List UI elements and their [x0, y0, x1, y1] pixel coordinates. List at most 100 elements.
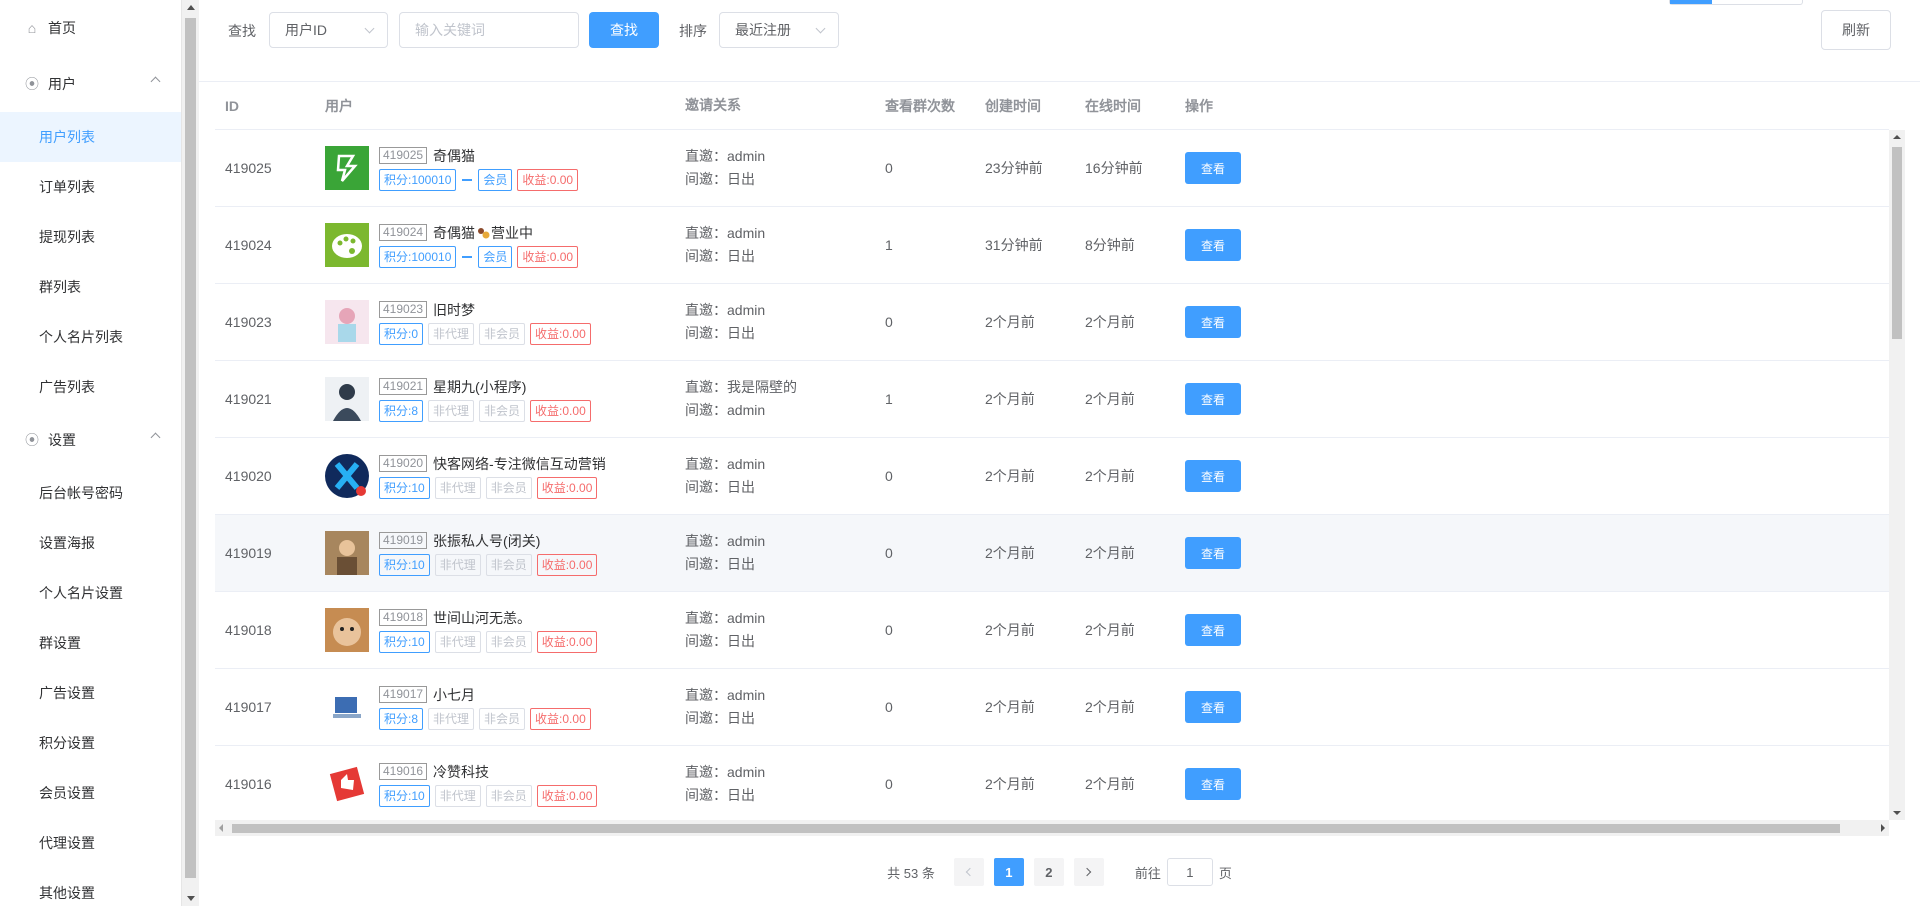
- table-vertical-scrollbar[interactable]: [1889, 130, 1905, 820]
- cell-user: 419020 快客网络-专注微信互动营销 积分:10 非代理 非会员 收益:0.00: [315, 454, 675, 499]
- cell-online: 2个月前: [1085, 545, 1135, 561]
- income-tag: 收益:0.00: [536, 553, 598, 576]
- scroll-up-arrow-icon[interactable]: [1893, 135, 1901, 139]
- view-button[interactable]: 查看: [1185, 306, 1241, 338]
- table-horizontal-scrollbar[interactable]: [215, 820, 1889, 836]
- agent-tag: 非代理: [428, 322, 475, 345]
- goto-page-input[interactable]: [1166, 858, 1213, 886]
- cell-invite: 直邀：admin 间邀：日出: [675, 530, 875, 576]
- cell-invite: 直邀：admin 间邀：日出: [675, 684, 875, 730]
- cell-ops: 查看: [1175, 691, 1375, 723]
- cell-created: 23分钟前: [985, 160, 1043, 176]
- view-button[interactable]: 查看: [1185, 537, 1241, 569]
- direct-invite: 直邀：admin: [685, 456, 766, 472]
- sidebar-item[interactable]: 代理设置: [0, 818, 181, 868]
- sidebar-item[interactable]: 积分设置: [0, 718, 181, 768]
- cell-views: 0: [885, 545, 893, 561]
- refresh-button[interactable]: 刷新: [1821, 10, 1891, 50]
- user-name: 奇偶猫: [433, 147, 476, 164]
- points-tag: 积分:10: [379, 784, 430, 807]
- points-tag: 积分:100010: [379, 168, 457, 191]
- direct-invite: 直邀：admin: [685, 764, 766, 780]
- chevron-up-icon: [150, 76, 161, 87]
- cell-online: 2个月前: [1085, 622, 1135, 638]
- col-header-id: ID: [225, 97, 239, 114]
- table-row: 419025 419025 奇偶猫 积分:100010 会员 收益:0.00 直邀：admi…: [215, 130, 1889, 207]
- points-tag: 积分:8: [379, 707, 424, 730]
- cell-user: 419017 小七月 积分:8 非代理 非会员 收益:0.00: [315, 685, 675, 730]
- indirect-invite: 间邀：日出: [685, 479, 755, 495]
- sidebar: ⌂ 首页 ⦿ 用户 用户列表 订单列表 提现列表 群列表 个人名片列表 广告列表 ⦿ 设置 后台帐号…: [0, 0, 182, 906]
- sidebar-item[interactable]: 群列表: [0, 262, 181, 312]
- cell-created: 2个月前: [985, 468, 1035, 484]
- cell-ops: 查看: [1175, 768, 1375, 800]
- agent-tag: 非代理: [434, 476, 481, 499]
- sidebar-item[interactable]: 群设置: [0, 618, 181, 668]
- cell-ops: 查看: [1175, 383, 1375, 415]
- table-row: 419016 419016 冷赞科技 积分:10 非代理 非会员 收益:0.00 直邀：adm…: [215, 746, 1889, 820]
- scroll-left-arrow-icon[interactable]: [219, 824, 223, 832]
- scroll-down-arrow-icon[interactable]: [187, 896, 195, 901]
- direct-invite: 直邀：admin: [685, 225, 766, 241]
- chevron-left-icon: [966, 867, 975, 877]
- sidebar-item[interactable]: 广告设置: [0, 668, 181, 718]
- sidebar-item[interactable]: 其他设置: [0, 868, 181, 906]
- sidebar-group-0[interactable]: ⦿ 用户: [0, 56, 181, 112]
- sidebar-item[interactable]: 个人名片列表: [0, 312, 181, 362]
- sidebar-item[interactable]: 用户列表: [0, 112, 181, 162]
- cell-created: 2个月前: [985, 776, 1035, 792]
- page-number-button[interactable]: 2: [1033, 858, 1064, 886]
- scrollbar-thumb[interactable]: [1892, 147, 1902, 339]
- sidebar-item-home[interactable]: ⌂ 首页: [0, 0, 181, 56]
- sort-select[interactable]: 最近注册: [719, 12, 839, 48]
- sort-select-value: 最近注册: [735, 22, 791, 38]
- cell-user: 419023 旧时梦 积分:0 非代理 非会员 收益:0.00: [315, 300, 675, 345]
- sidebar-item[interactable]: 后台帐号密码: [0, 468, 181, 518]
- income-tag: 收益:0.00: [536, 630, 598, 653]
- agent-tag: 非代理: [434, 784, 481, 807]
- user-id-tag: 419025: [379, 147, 428, 164]
- cell-user: 419025 奇偶猫 积分:100010 会员 收益:0.00: [315, 146, 675, 191]
- sidebar-item[interactable]: 订单列表: [0, 162, 181, 212]
- search-field-select[interactable]: 用户ID: [269, 12, 388, 48]
- points-tag: 积分:0: [379, 322, 424, 345]
- view-button[interactable]: 查看: [1185, 229, 1241, 261]
- sidebar-item[interactable]: 广告列表: [0, 362, 181, 412]
- home-icon: ⌂: [27, 20, 37, 36]
- view-button[interactable]: 查看: [1185, 614, 1241, 646]
- scroll-right-arrow-icon[interactable]: [1881, 824, 1885, 832]
- user-name: 世间山河无恙。: [433, 609, 532, 626]
- scroll-down-arrow-icon[interactable]: [1893, 811, 1901, 815]
- sidebar-item[interactable]: 提现列表: [0, 212, 181, 262]
- cell-invite: 直邀：admin 间邀：日出: [675, 145, 875, 191]
- cell-user: 419018 世间山河无恙。 积分:10 非代理 非会员 收益:0.00: [315, 608, 675, 653]
- sidebar-group-label: 设置: [48, 432, 76, 448]
- sidebar-scrollbar[interactable]: [182, 0, 199, 906]
- pagination-total: 共 53 条: [887, 865, 935, 881]
- sidebar-item[interactable]: 设置海报: [0, 518, 181, 568]
- sidebar-item[interactable]: 个人名片设置: [0, 568, 181, 618]
- cell-ops: 查看: [1175, 152, 1375, 184]
- scrollbar-thumb[interactable]: [185, 18, 196, 878]
- scroll-up-arrow-icon[interactable]: [187, 5, 195, 10]
- member-tag: 非会员: [485, 630, 532, 653]
- user-table: ID 用户 邀请关系 查看群次数 创建时间 在线时间 操作 419025 4190…: [215, 82, 1905, 838]
- view-button[interactable]: 查看: [1185, 691, 1241, 723]
- page-number-button[interactable]: 1: [993, 858, 1024, 886]
- user-id-tag: 419019: [379, 532, 428, 549]
- view-button[interactable]: 查看: [1185, 383, 1241, 415]
- next-page-button[interactable]: [1073, 858, 1104, 886]
- points-tag: 积分:100010: [379, 245, 457, 268]
- search-button[interactable]: 查找: [589, 12, 659, 48]
- indirect-invite: 间邀：日出: [685, 787, 755, 803]
- scrollbar-thumb[interactable]: [232, 824, 1840, 833]
- view-button[interactable]: 查看: [1185, 460, 1241, 492]
- sidebar-item[interactable]: 会员设置: [0, 768, 181, 818]
- sidebar-group-1[interactable]: ⦿ 设置: [0, 412, 181, 468]
- prev-page-button[interactable]: [953, 858, 984, 886]
- view-switch[interactable]: [1669, 0, 1803, 5]
- view-button[interactable]: 查看: [1185, 768, 1241, 800]
- cell-online: 2个月前: [1085, 699, 1135, 715]
- view-button[interactable]: 查看: [1185, 152, 1241, 184]
- keyword-input[interactable]: [399, 12, 579, 48]
